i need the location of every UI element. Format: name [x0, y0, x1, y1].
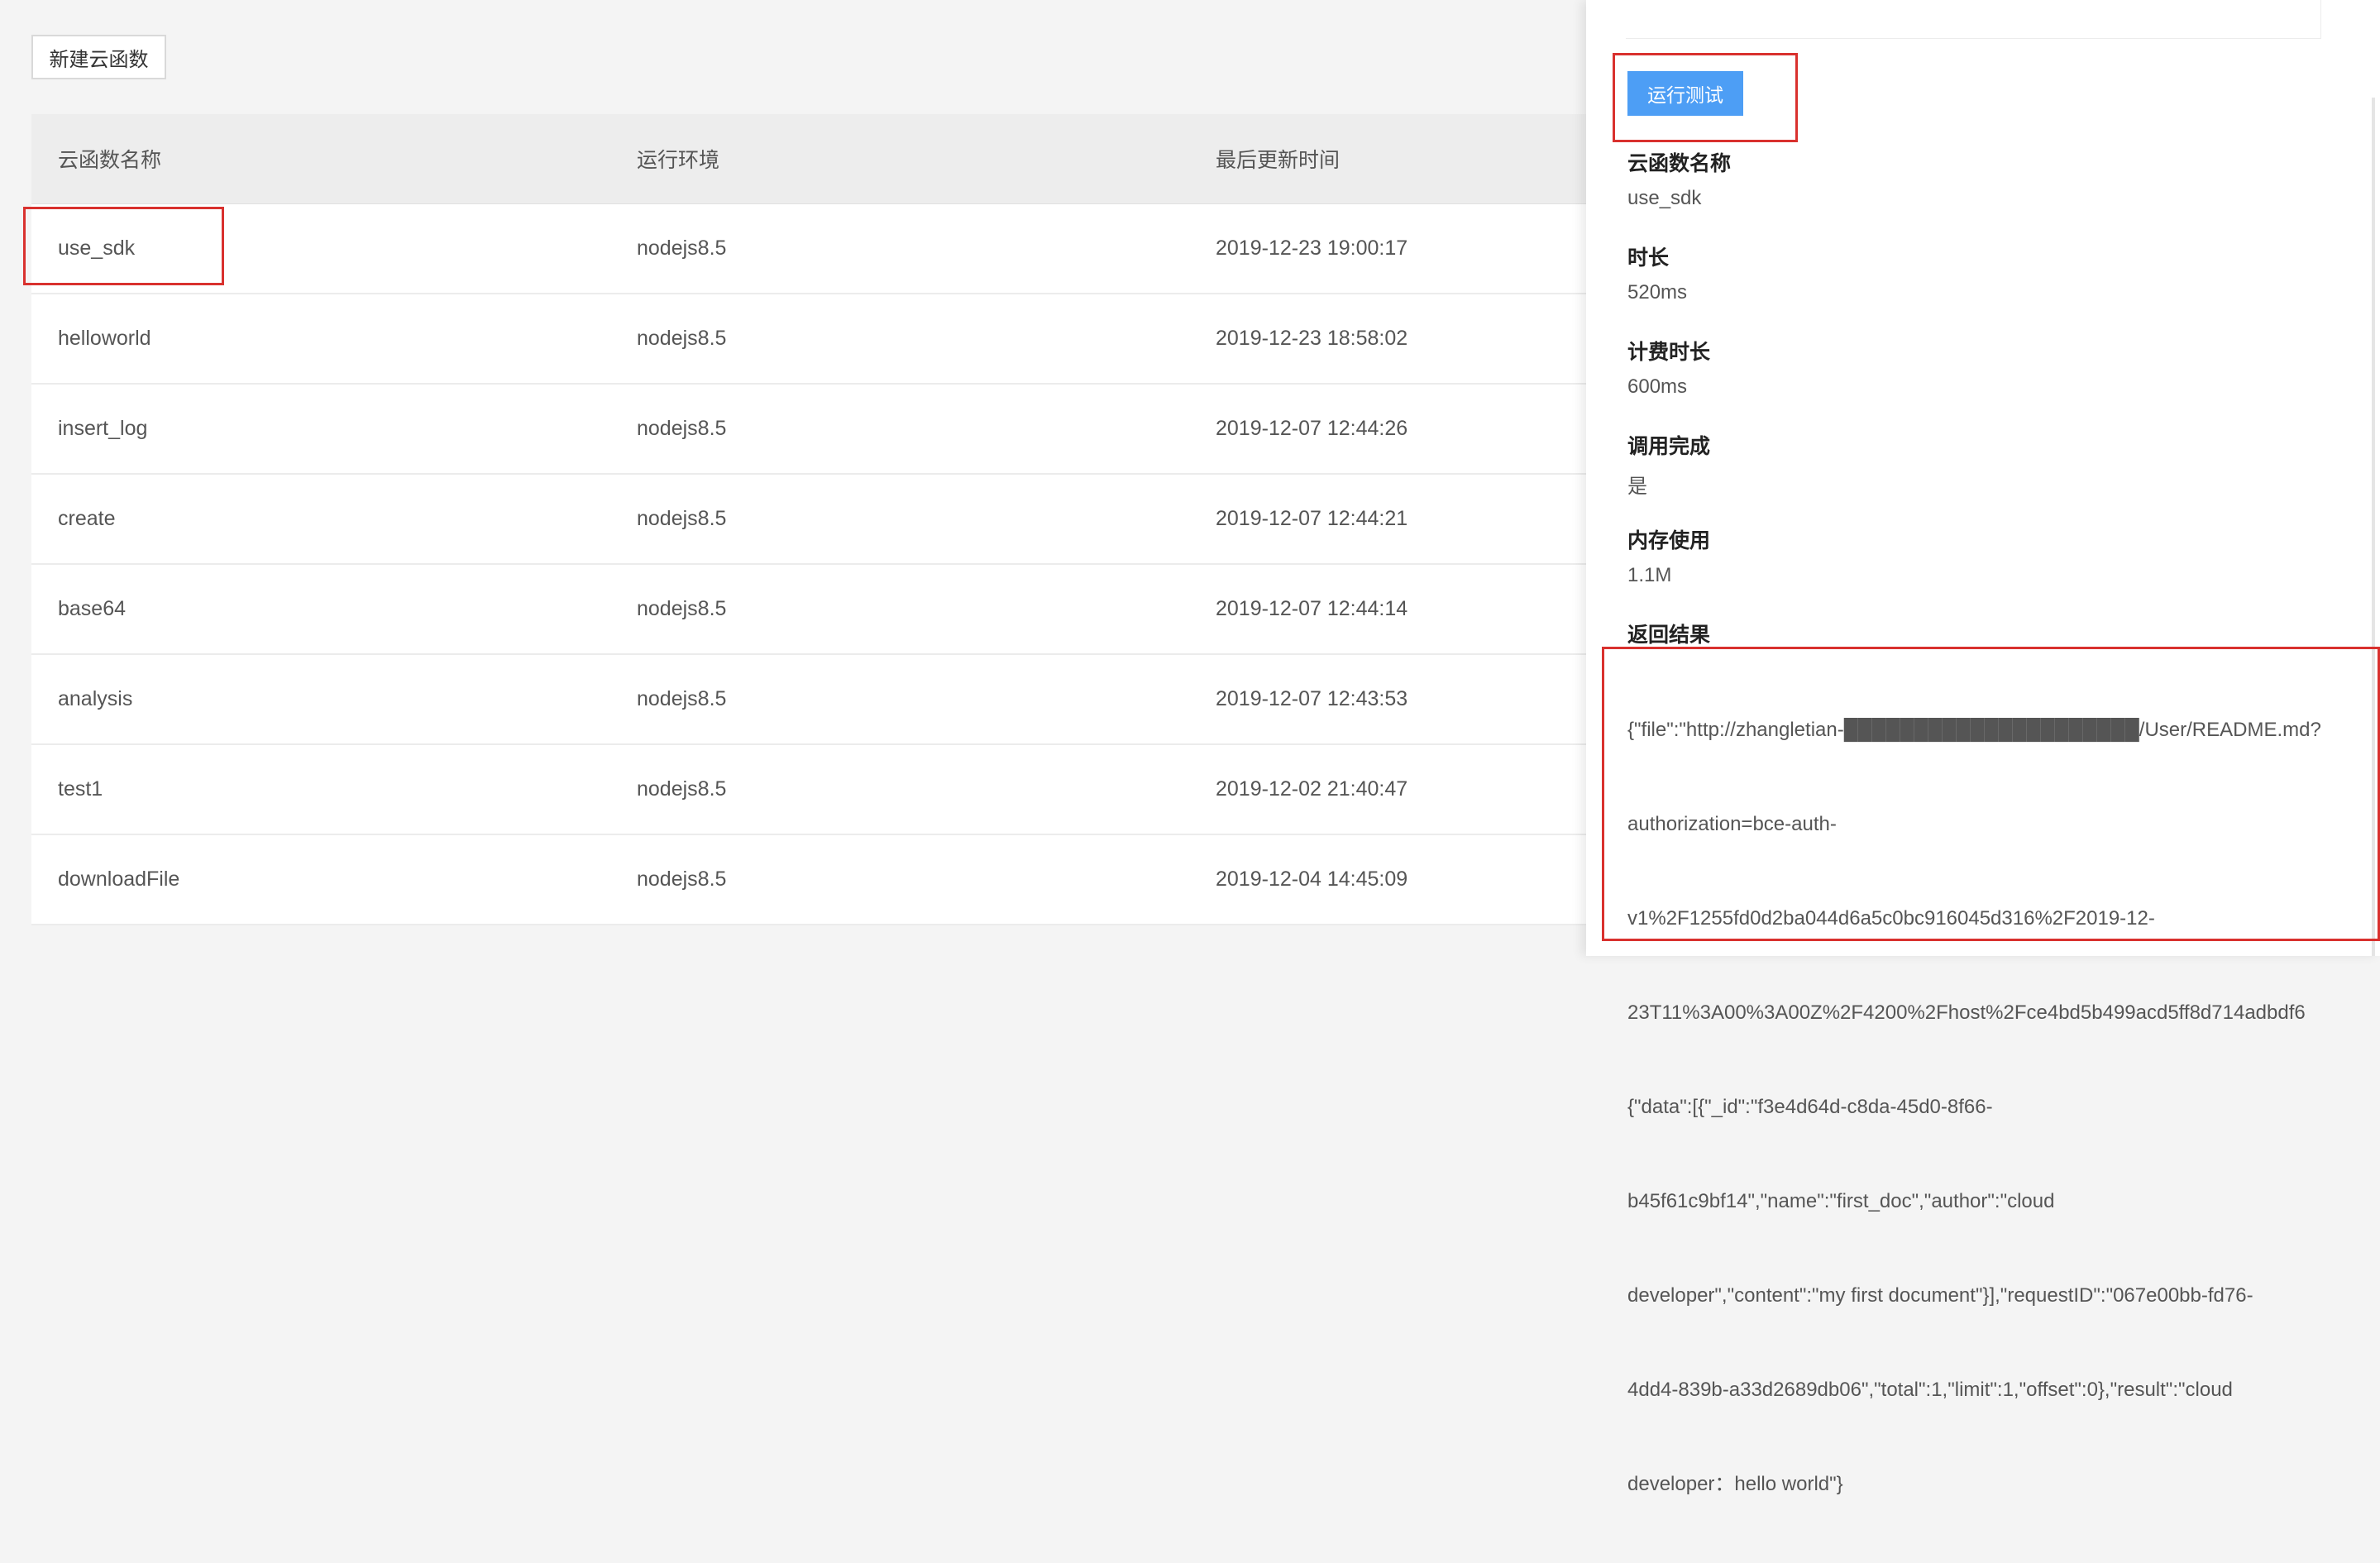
result-line: {"file":"http://zhangletian-████████████…: [1627, 719, 2321, 741]
cloud-function-table: 云函数名称 运行环境 最后更新时间 use_sdk nodejs8.5 2019…: [31, 114, 1586, 925]
result-line: 4dd4-839b-a33d2689db06","total":1,"limit…: [1627, 1379, 2233, 1401]
runtime-cell: nodejs8.5: [637, 597, 727, 620]
function-name-cell[interactable]: helloworld: [31, 327, 610, 351]
table-row[interactable]: downloadFile nodejs8.5 2019-12-04 14:45:…: [31, 835, 1586, 925]
result-line: 23T11%3A00%3A00Z%2F4200%2Fhost%2Fce4bd5b…: [1627, 1001, 2306, 1024]
field-value: 是: [1627, 476, 1647, 498]
table-header: 云函数名称 运行环境 最后更新时间: [31, 114, 1586, 204]
updated-time-cell: 2019-12-23 19:00:17: [1216, 237, 1408, 260]
runtime-cell: nodejs8.5: [637, 237, 727, 260]
field-value: 1.1M: [1627, 564, 1672, 586]
runtime-cell: nodejs8.5: [637, 417, 727, 440]
field-value: 600ms: [1627, 375, 1688, 398]
result-line: {"data":[{"_id":"f3e4d64d-c8da-45d0-8f66…: [1627, 1096, 1993, 1118]
field-billed-duration: 计费时长 600ms: [1627, 336, 1710, 399]
function-name-cell[interactable]: base64: [31, 597, 610, 621]
updated-time-cell: 2019-12-04 14:45:09: [1216, 868, 1408, 891]
function-name-cell[interactable]: test1: [31, 777, 610, 801]
function-name-cell[interactable]: insert_log: [31, 417, 610, 441]
updated-time-cell: 2019-12-07 12:44:14: [1216, 597, 1408, 620]
result-line: developer：hello world"}: [1627, 1473, 1843, 1495]
field-label: 计费时长: [1627, 341, 1711, 364]
table-row[interactable]: analysis nodejs8.5 2019-12-07 12:43:53: [31, 655, 1586, 745]
table-row[interactable]: test1 nodejs8.5 2019-12-02 21:40:47: [31, 745, 1586, 835]
field-duration: 时长 520ms: [1627, 241, 1687, 304]
field-label: 调用完成: [1627, 435, 1711, 458]
updated-time-cell: 2019-12-07 12:43:53: [1216, 687, 1408, 710]
field-function-name: 云函数名称 use_sdk: [1627, 147, 1731, 210]
table-row[interactable]: use_sdk nodejs8.5 2019-12-23 19:00:17: [31, 204, 1586, 294]
column-header-runtime: 运行环境: [637, 149, 720, 172]
updated-time-cell: 2019-12-02 21:40:47: [1216, 777, 1408, 801]
runtime-cell: nodejs8.5: [637, 687, 727, 710]
run-test-button[interactable]: 运行测试: [1627, 71, 1743, 116]
function-name-cell[interactable]: use_sdk: [31, 237, 610, 260]
field-result: 返回结果: [1627, 619, 1710, 648]
field-value: use_sdk: [1627, 187, 1702, 209]
result-output: {"file":"http://zhangletian-████████████…: [1627, 652, 2372, 1563]
field-label: 内存使用: [1627, 529, 1711, 552]
test-result-panel: 运行测试 云函数名称 use_sdk 时长 520ms 计费时长 600ms 调…: [1586, 0, 2380, 1495]
test-input-box[interactable]: [1626, 0, 2321, 39]
function-name-cell[interactable]: create: [31, 507, 610, 531]
table-row[interactable]: helloworld nodejs8.5 2019-12-23 18:58:02: [31, 294, 1586, 385]
runtime-cell: nodejs8.5: [637, 507, 727, 530]
runtime-cell: nodejs8.5: [637, 868, 727, 891]
field-label: 云函数名称: [1627, 152, 1732, 175]
result-line: b45f61c9bf14","name":"first_doc","author…: [1627, 1190, 2055, 1212]
new-cloud-function-button[interactable]: 新建云函数: [31, 35, 166, 79]
result-line: v1%2F1255fd0d2ba044d6a5c0bc916045d316%2F…: [1627, 907, 2155, 930]
table-row[interactable]: base64 nodejs8.5 2019-12-07 12:44:14: [31, 565, 1586, 655]
runtime-cell: nodejs8.5: [637, 777, 727, 801]
field-value: 520ms: [1627, 281, 1688, 304]
updated-time-cell: 2019-12-07 12:44:21: [1216, 507, 1408, 530]
runtime-cell: nodejs8.5: [637, 327, 727, 350]
field-call-completed: 调用完成 是: [1627, 430, 1710, 499]
table-row[interactable]: create nodejs8.5 2019-12-07 12:44:21: [31, 475, 1586, 565]
result-line: developer","content":"my first document"…: [1627, 1284, 2253, 1307]
field-label: 返回结果: [1627, 624, 1711, 647]
table-row[interactable]: insert_log nodejs8.5 2019-12-07 12:44:26: [31, 385, 1586, 475]
result-line: authorization=bce-auth-: [1627, 813, 1837, 835]
panel-scrollbar[interactable]: [2372, 98, 2375, 956]
updated-time-cell: 2019-12-07 12:44:26: [1216, 417, 1408, 440]
function-name-cell[interactable]: analysis: [31, 687, 610, 711]
column-header-name: 云函数名称: [58, 149, 162, 172]
field-label: 时长: [1627, 246, 1670, 270]
function-name-cell[interactable]: downloadFile: [31, 868, 610, 891]
column-header-updated: 最后更新时间: [1216, 149, 1341, 172]
updated-time-cell: 2019-12-23 18:58:02: [1216, 327, 1408, 350]
field-memory-usage: 内存使用 1.1M: [1627, 524, 1710, 587]
